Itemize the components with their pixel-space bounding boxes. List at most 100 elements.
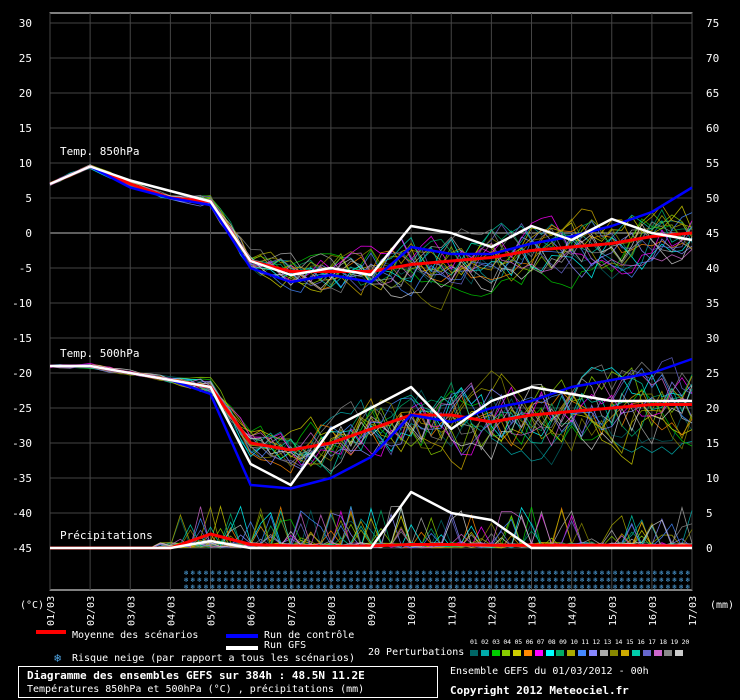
perturbation-color-square [588,650,597,656]
snow-flake-mark: ❄ [322,583,326,591]
snow-flake-mark: ❄ [184,583,188,591]
perturbation-color-square [653,650,662,656]
snow-flake-mark: ❄ [289,583,293,591]
perturbation-color-square [524,650,532,656]
snow-flake-mark: ❄ [441,583,445,591]
snow-flake-mark: ❄ [210,583,214,591]
perturbation-color-square [545,650,554,656]
snow-flake-mark: ❄ [494,583,498,591]
perturbation-color-square [632,650,640,656]
y-left-tick-label: -20 [12,367,32,380]
perturbation-color-square [480,650,489,656]
y-left-tick-label: 10 [19,157,32,170]
y-left-tick-label: 20 [19,87,32,100]
y-left-tick-label: 15 [19,122,32,135]
snow-flake-mark: ❄ [421,583,425,591]
y-right-tick-label: 50 [706,192,719,205]
snow-flake-mark: ❄ [415,583,419,591]
snow-flake-mark: ❄ [461,583,465,591]
run-info: Ensemble GEFS du 01/03/2012 - 00h [450,666,649,677]
legend-perturbations-label: 20 Perturbations [368,647,465,658]
y-right-tick-label: 15 [706,437,719,450]
x-tick-label: 08/03 [327,596,338,626]
snow-flake-mark: ❄ [520,583,524,591]
snow-flake-mark: ❄ [296,583,300,591]
y-left-tick-label: 0 [25,227,32,240]
y-left-tick-label: -15 [12,332,32,345]
snow-flake-mark: ❄ [250,583,254,591]
snow-flake-mark: ❄ [481,583,485,591]
snow-flake-mark: ❄ [375,583,379,591]
perturbation-color-square [599,650,608,656]
legend-gfs-swatch [226,646,258,650]
y-right-tick-label: 40 [706,262,719,275]
y-left-unit: (°C) [20,600,45,611]
snow-flake-mark: ❄ [685,583,689,591]
snow-flake-mark: ❄ [679,583,683,591]
x-tick-label: 10/03 [407,596,418,626]
y-left-tick-label: -30 [12,437,32,450]
panel-label-t850: Temp. 850hPa [60,145,140,158]
copyright: Copyright 2012 Meteociel.fr [450,684,629,697]
x-tick-label: 04/03 [166,596,177,626]
snow-icon: ❄ [54,651,62,665]
x-tick-label: 12/03 [487,596,498,626]
snow-flake-mark: ❄ [659,583,663,591]
snow-flake-mark: ❄ [342,583,346,591]
snow-flake-mark: ❄ [646,583,650,591]
snow-flake-mark: ❄ [567,583,571,591]
snow-flake-mark: ❄ [672,583,676,591]
perturbation-color-square [610,650,619,656]
snow-risk-row: ❄❄❄❄❄❄❄❄❄❄❄❄❄❄❄❄❄❄❄❄❄❄❄❄❄❄❄❄❄❄❄❄❄❄❄❄❄❄❄❄… [184,569,690,591]
snow-flake-mark: ❄ [639,583,643,591]
y-left-tick-label: -35 [12,472,32,485]
perturbation-color-square [556,650,565,656]
perturbation-color-square [491,650,500,656]
snow-flake-mark: ❄ [237,583,241,591]
legend-control-swatch [226,634,258,638]
snow-flake-mark: ❄ [355,583,359,591]
perturbation-color-square [502,650,511,656]
perturbation-color-square [621,650,630,656]
y-left-tick-label: -40 [12,507,32,520]
x-tick-label: 01/03 [46,596,57,626]
panel-label-t500: Temp. 500hPa [60,347,140,360]
snow-flake-mark: ❄ [626,583,630,591]
y-right-tick-label: 55 [706,157,719,170]
y-right-tick-label: 5 [706,507,713,520]
perturbation-color-square [513,650,522,656]
snow-flake-mark: ❄ [388,583,392,591]
y-left-tick-label: -5 [19,262,32,275]
y-right-tick-label: 25 [706,367,719,380]
snow-flake-mark: ❄ [369,583,373,591]
y-right-tick-label: 30 [706,332,719,345]
y-right-tick-label: 60 [706,122,719,135]
snow-flake-mark: ❄ [382,583,386,591]
y-right-tick-label: 35 [706,297,719,310]
y-left-tick-label: 30 [19,17,32,30]
snow-flake-mark: ❄ [586,583,590,591]
snow-flake-mark: ❄ [256,583,260,591]
perturbation-color-square [567,650,576,656]
snow-flake-mark: ❄ [547,583,551,591]
y-right-tick-label: 45 [706,227,719,240]
legend-snow-label: Risque neige (par rapport a tous les scé… [72,653,355,664]
footer-subtitle: Températures 850hPa et 500hPa (°C) , pré… [27,684,365,695]
snow-flake-mark: ❄ [230,583,234,591]
perturbation-color-square [534,650,543,656]
y-right-tick-label: 0 [706,542,713,555]
y-left-tick-label: 5 [25,192,32,205]
snow-flake-mark: ❄ [276,583,280,591]
x-tick-label: 11/03 [447,596,458,626]
snow-flake-mark: ❄ [540,583,544,591]
y-left-tick-label: -25 [12,402,32,415]
snow-flake-mark: ❄ [553,583,557,591]
chart-grid [49,12,693,591]
snow-flake-mark: ❄ [652,583,656,591]
panel-label-precip: Précipitations [60,529,153,542]
snow-flake-mark: ❄ [303,583,307,591]
perturbation-color-square [664,650,673,656]
y-left-tick-label: -10 [12,297,32,310]
y-right-tick-label: 65 [706,87,719,100]
x-tick-label: 03/03 [126,596,137,626]
